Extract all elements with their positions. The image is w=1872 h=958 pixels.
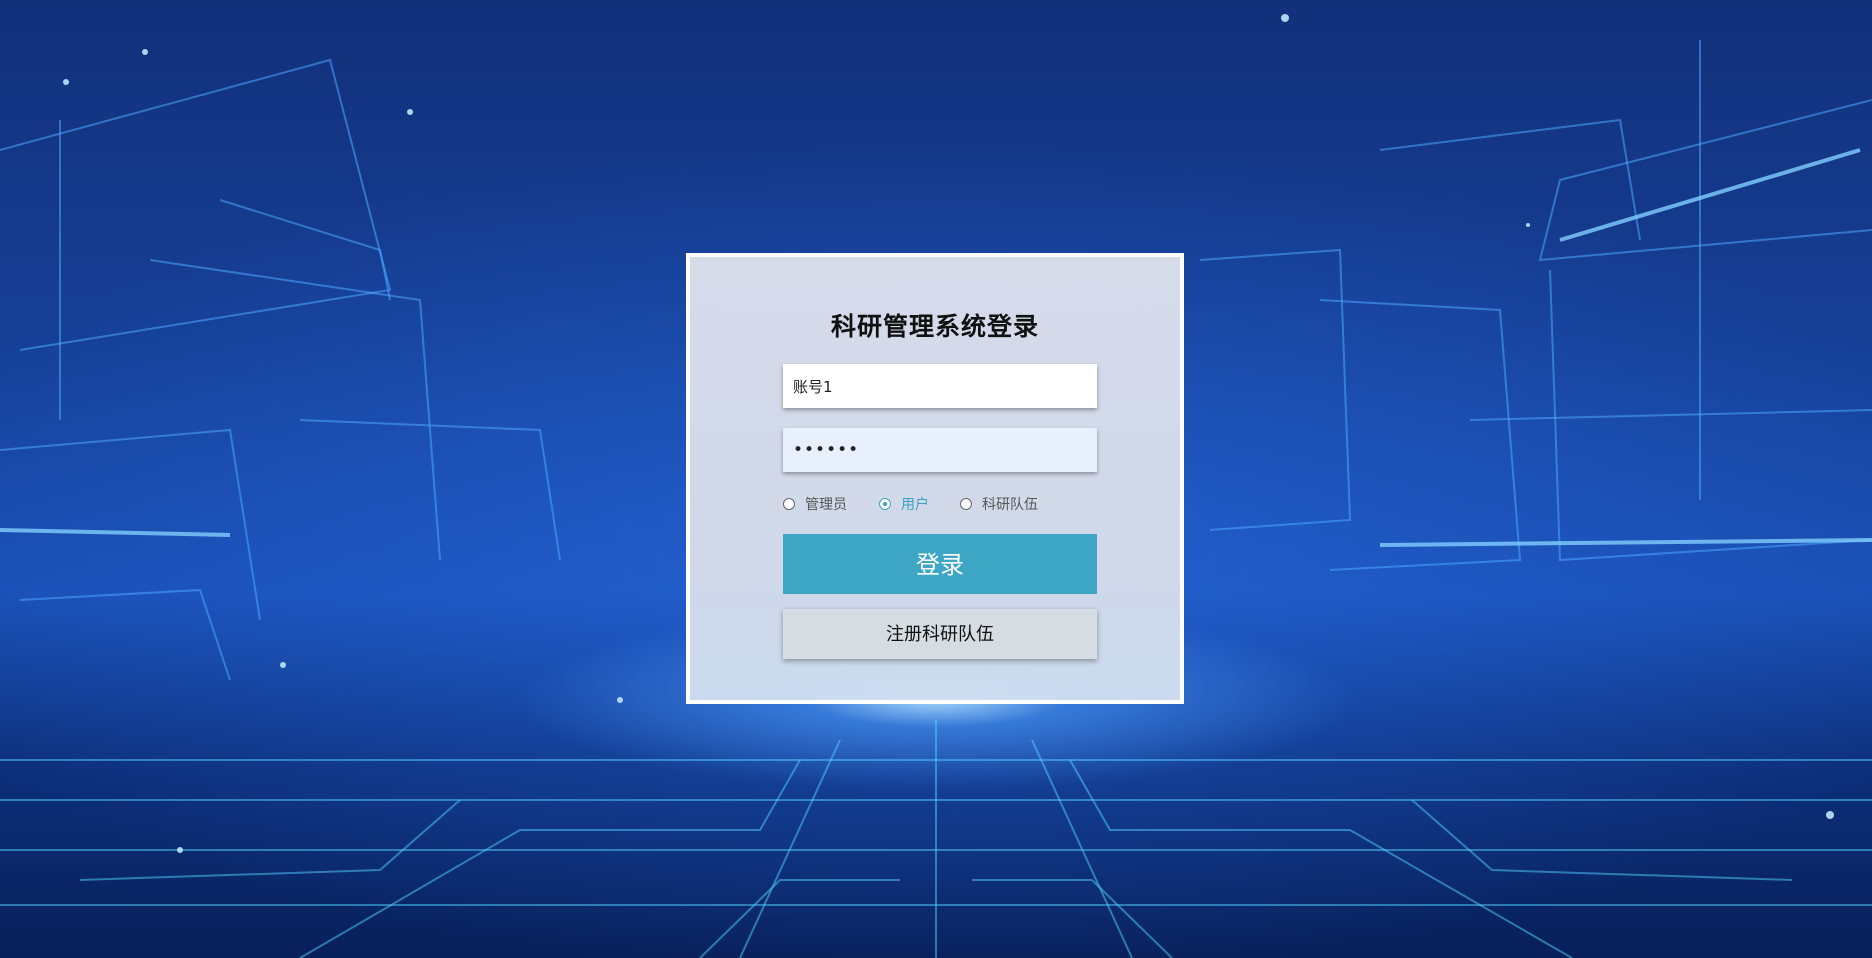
role-label-admin: 管理员: [805, 497, 847, 513]
register-team-button[interactable]: 注册科研队伍: [783, 609, 1097, 659]
login-title: 科研管理系统登录: [830, 312, 1039, 341]
password-input[interactable]: [783, 428, 1097, 472]
radio-unchecked-icon[interactable]: [960, 498, 972, 510]
role-label-research-team: 科研队伍: [982, 497, 1038, 513]
role-label-user: 用户: [901, 497, 929, 513]
radio-checked-icon[interactable]: [879, 498, 891, 510]
role-option-user[interactable]: 用户: [879, 494, 929, 514]
role-option-research-team[interactable]: 科研队伍: [960, 494, 1038, 514]
role-option-admin[interactable]: 管理员: [783, 494, 847, 514]
role-radio-group: 管理员 用户 科研队伍: [783, 494, 1097, 516]
account-input[interactable]: [783, 364, 1097, 408]
radio-unchecked-icon[interactable]: [783, 498, 795, 510]
login-card: 科研管理系统登录 管理员 用户 科研队伍 登录 注册科研队伍: [686, 253, 1184, 704]
login-button[interactable]: 登录: [783, 534, 1097, 594]
